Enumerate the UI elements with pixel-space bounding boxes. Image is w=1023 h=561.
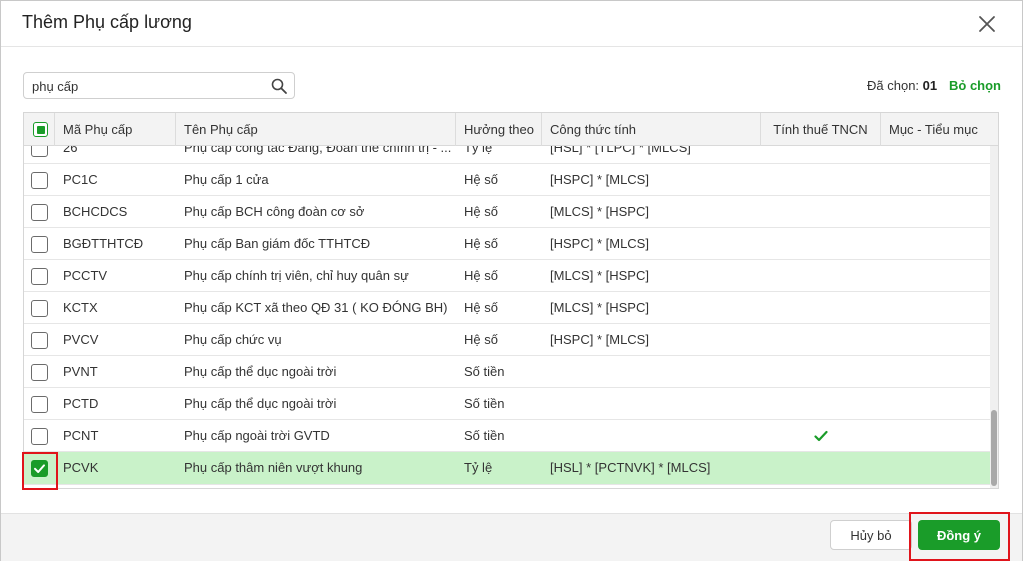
cell-name: Phụ cấp 1 cửa bbox=[184, 172, 269, 187]
header-category[interactable]: Mục - Tiểu mục bbox=[881, 113, 998, 146]
table-row[interactable]: PVCV Phụ cấp chức vụ Hệ số [HSPC] * [MLCS] bbox=[24, 324, 990, 356]
cell-type: Hệ số bbox=[464, 332, 498, 347]
cell-formula: [HSPC] * [MLCS] bbox=[550, 172, 649, 187]
cell-code: PCVK bbox=[63, 460, 99, 475]
cell-name: Phụ cấp chức vụ bbox=[184, 332, 282, 347]
row-checkbox[interactable] bbox=[31, 428, 48, 445]
table-body: 26 Phụ cấp công tác Đảng, Đoàn thể chính … bbox=[24, 146, 990, 488]
cell-type: Hệ số bbox=[464, 268, 498, 283]
row-checkbox[interactable] bbox=[31, 268, 48, 285]
dialog-titlebar: Thêm Phụ cấp lương bbox=[1, 1, 1022, 47]
cell-type: Hệ số bbox=[464, 236, 498, 251]
selected-count-label: Đã chọn: bbox=[867, 78, 920, 93]
cell-type: Tỷ lệ bbox=[464, 460, 493, 475]
header-tax[interactable]: Tính thuế TNCN bbox=[761, 113, 881, 146]
cell-formula: [MLCS] * [HSPC] bbox=[550, 300, 649, 315]
cell-name: Phụ cấp BCH công đoàn cơ sở bbox=[184, 204, 365, 219]
select-all-checkbox[interactable] bbox=[33, 122, 48, 137]
cell-type: Số tiền bbox=[464, 364, 505, 379]
row-checkbox[interactable] bbox=[31, 172, 48, 189]
cell-formula: [HSPC] * [MLCS] bbox=[550, 332, 649, 347]
confirm-button[interactable]: Đồng ý bbox=[918, 520, 1000, 550]
scrollbar-thumb[interactable] bbox=[991, 410, 997, 486]
cell-name: Phụ cấp Ban giám đốc TTHTCĐ bbox=[184, 236, 371, 251]
table-row[interactable]: KCTX Phụ cấp KCT xã theo QĐ 31 ( KO ĐÓNG … bbox=[24, 292, 990, 324]
search-input[interactable] bbox=[32, 77, 262, 95]
cell-name: Phụ cấp thể dục ngoài trời bbox=[184, 396, 337, 411]
cancel-button[interactable]: Hủy bỏ bbox=[830, 520, 912, 550]
cell-formula bbox=[542, 388, 761, 420]
table-row[interactable]: 26 Phụ cấp công tác Đảng, Đoàn thể chính … bbox=[24, 146, 990, 164]
cell-formula: [HSL] * [TLPC] * [MLCS] bbox=[550, 146, 691, 155]
row-checkbox[interactable] bbox=[31, 204, 48, 221]
cell-type: Tỷ lệ bbox=[464, 146, 493, 155]
row-checkbox[interactable] bbox=[31, 460, 48, 477]
table-row[interactable]: BGĐTTHTCĐ Phụ cấp Ban giám đốc TTHTCĐ Hệ s… bbox=[24, 228, 990, 260]
cell-code: PCCTV bbox=[63, 268, 108, 283]
allowance-table: Mã Phụ cấp Tên Phụ cấp Hưởng theo Công t… bbox=[23, 112, 999, 489]
row-checkbox[interactable] bbox=[31, 332, 48, 349]
cell-type: Số tiền bbox=[464, 428, 505, 443]
cell-code: BCHCDCS bbox=[63, 204, 128, 219]
table-row[interactable]: PCVK Phụ cấp thâm niên vượt khung Tỷ lệ [HS… bbox=[24, 452, 990, 485]
table-row[interactable]: PC1C Phụ cấp 1 cửa Hệ số [HSPC] * [MLCS] bbox=[24, 164, 990, 196]
cell-name: Phụ cấp thể dục ngoài trời bbox=[184, 364, 337, 379]
cell-name: Phụ cấp ngoài trời GVTD bbox=[184, 428, 330, 443]
cell-name: Phụ cấp chính trị viên, chỉ huy quân sự bbox=[184, 268, 409, 283]
deselect-link[interactable]: Bỏ chọn bbox=[949, 78, 1001, 93]
cell-code: PCNT bbox=[63, 428, 99, 443]
table-row[interactable]: BCHCDCS Phụ cấp BCH công đoàn cơ sở Hệ số [… bbox=[24, 196, 990, 228]
row-checkbox[interactable] bbox=[31, 146, 48, 157]
cell-code: KCTX bbox=[63, 300, 98, 315]
header-name[interactable]: Tên Phụ cấp bbox=[176, 113, 456, 146]
header-type[interactable]: Hưởng theo bbox=[456, 113, 542, 146]
row-checkbox[interactable] bbox=[31, 300, 48, 317]
cell-type: Hệ số bbox=[464, 204, 498, 219]
dialog-title: Thêm Phụ cấp lương bbox=[22, 12, 192, 32]
cell-formula: [MLCS] * [HSPC] bbox=[550, 268, 649, 283]
add-allowance-dialog: Thêm Phụ cấp lương Đã chọn: 01 Bỏ chọn M… bbox=[0, 0, 1023, 561]
cell-formula: [HSL] * [PCTNVK] * [MLCS] bbox=[550, 460, 711, 475]
search-icon[interactable] bbox=[270, 77, 288, 95]
table-header: Mã Phụ cấp Tên Phụ cấp Hưởng theo Công t… bbox=[24, 113, 998, 146]
cell-type: Hệ số bbox=[464, 300, 498, 315]
cell-name: Phụ cấp thâm niên vượt khung bbox=[184, 460, 363, 475]
cell-formula bbox=[542, 420, 761, 452]
cell-code: PC1C bbox=[63, 172, 98, 187]
header-formula[interactable]: Công thức tính bbox=[542, 113, 761, 146]
row-checkbox[interactable] bbox=[31, 364, 48, 381]
search-box bbox=[23, 72, 295, 99]
cell-formula: [MLCS] * [HSPC] bbox=[550, 204, 649, 219]
cell-formula bbox=[542, 356, 761, 388]
table-row[interactable]: PCNT Phụ cấp ngoài trời GVTD Số tiền bbox=[24, 420, 990, 452]
row-checkbox[interactable] bbox=[31, 396, 48, 413]
cell-type: Số tiền bbox=[464, 396, 505, 411]
row-checkbox[interactable] bbox=[31, 236, 48, 253]
cell-code: PCTD bbox=[63, 396, 99, 411]
table-row[interactable]: PCTD Phụ cấp thể dục ngoài trời Số tiền bbox=[24, 388, 990, 420]
table-scrollbar[interactable] bbox=[990, 146, 998, 488]
selected-count-value: 01 bbox=[922, 78, 938, 93]
close-icon[interactable] bbox=[975, 12, 999, 36]
cell-code: PVNT bbox=[63, 364, 98, 379]
table-row[interactable]: PVNT Phụ cấp thể dục ngoài trời Số tiền bbox=[24, 356, 990, 388]
cell-code: PVCV bbox=[63, 332, 99, 347]
header-select-all bbox=[24, 113, 55, 146]
cell-name: Phụ cấp KCT xã theo QĐ 31 ( KO ĐÓNG BH) bbox=[184, 300, 448, 315]
cell-formula: [HSPC] * [MLCS] bbox=[550, 236, 649, 251]
cell-type: Hệ số bbox=[464, 172, 498, 187]
header-code[interactable]: Mã Phụ cấp bbox=[55, 113, 176, 146]
cell-name: Phụ cấp công tác Đảng, Đoàn thể chính tr… bbox=[184, 146, 452, 155]
selected-count: Đã chọn: 01 bbox=[867, 78, 937, 93]
cell-code: 26 bbox=[63, 146, 78, 155]
table-row[interactable]: PCCTV Phụ cấp chính trị viên, chỉ huy quâ… bbox=[24, 260, 990, 292]
tax-check-icon bbox=[814, 430, 828, 445]
cell-code: BGĐTTHTCĐ bbox=[63, 236, 144, 251]
